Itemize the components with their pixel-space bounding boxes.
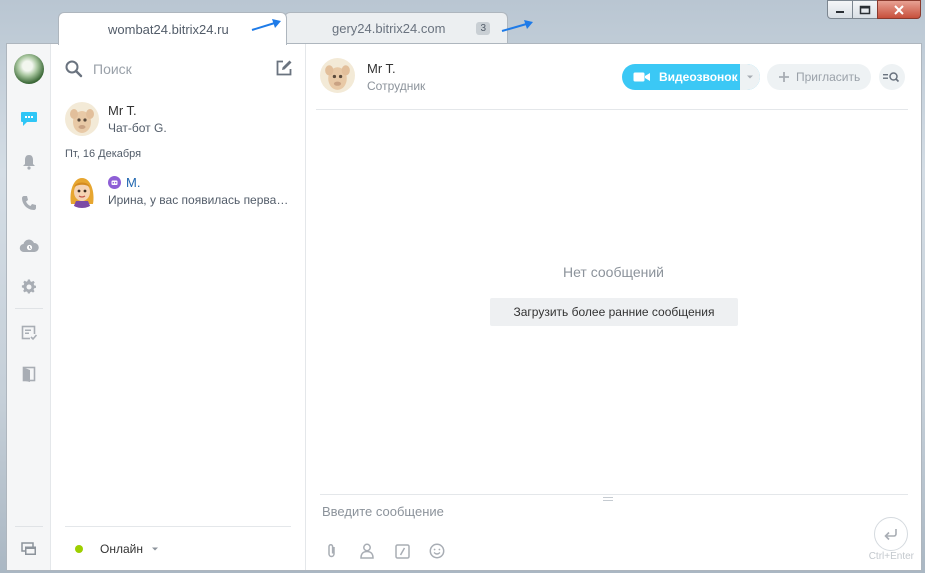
- chevron-down-icon: [151, 547, 158, 550]
- my-avatar[interactable]: [14, 54, 44, 84]
- chat-title[interactable]: Mr T.: [367, 61, 396, 76]
- avatar: [65, 174, 99, 208]
- close-icon: [894, 4, 904, 15]
- chats-button[interactable]: [17, 107, 41, 131]
- message-input-area: Введите сообщение Ctrl+Enter: [320, 494, 914, 572]
- list-item[interactable]: Mr T. Чат-бот G.: [51, 100, 305, 144]
- disk-button[interactable]: [17, 234, 41, 258]
- new-chat-button[interactable]: [275, 59, 293, 82]
- search-icon: [65, 60, 83, 78]
- left-icon-bar: [7, 44, 51, 570]
- tab-label: gery24.bitrix24.com: [332, 21, 446, 36]
- contact-name-row: M.: [108, 175, 140, 190]
- chat-header: Mr T. Сотрудник Видеозвонок Пригласить: [316, 44, 908, 110]
- window-controls: [827, 0, 921, 19]
- search-box[interactable]: Поиск: [65, 58, 295, 80]
- video-camera-icon: [633, 72, 650, 82]
- avatar[interactable]: [320, 58, 355, 93]
- messenger-window: Поиск Mr T. Чат-бот G. Пт, 16 Декабря M.…: [6, 43, 922, 571]
- compose-icon: [276, 60, 292, 76]
- invite-label: Пригласить: [796, 70, 861, 84]
- tasks-button[interactable]: [17, 321, 41, 345]
- status-selector[interactable]: Онлайн: [65, 526, 291, 570]
- tab-gery24[interactable]: gery24.bitrix24.com 3: [284, 12, 508, 44]
- recent-list-panel: Поиск Mr T. Чат-бот G. Пт, 16 Декабря M.…: [51, 44, 306, 570]
- enter-arrow-icon: [884, 528, 897, 540]
- tab-count-badge: 3: [476, 22, 490, 35]
- list-item[interactable]: M. Ирина, у вас появилась первая задача!: [51, 172, 305, 216]
- contact-name: M.: [126, 175, 141, 190]
- video-call-label: Видеозвонок: [659, 70, 738, 84]
- load-earlier-button[interactable]: Загрузить более ранние сообщения: [490, 298, 738, 326]
- close-button[interactable]: [877, 0, 921, 19]
- chat-icon: [21, 112, 37, 126]
- windows-icon: [21, 542, 36, 555]
- input-toolbar: [320, 541, 460, 561]
- command-button[interactable]: [390, 541, 414, 561]
- search-input[interactable]: Поиск: [93, 61, 132, 77]
- slash-command-icon: [394, 543, 410, 559]
- paperclip-icon: [328, 543, 335, 558]
- gear-icon: [21, 279, 36, 294]
- bot-icon: [108, 176, 121, 189]
- contact-subtitle: Чат-бот G.: [108, 121, 167, 135]
- chat-subtitle: Сотрудник: [367, 79, 426, 93]
- attach-button[interactable]: [320, 541, 344, 561]
- contact-subtitle: Ирина, у вас появилась первая задача!: [108, 193, 293, 207]
- chat-panel: Mr T. Сотрудник Видеозвонок Пригласить Н…: [306, 44, 921, 570]
- empty-messages-text: Нет сообщений: [562, 264, 664, 280]
- video-call-button[interactable]: Видеозвонок: [622, 64, 760, 90]
- date-header: Пт, 16 Декабря: [65, 148, 142, 160]
- windows-button[interactable]: [17, 537, 41, 561]
- smile-icon: [429, 543, 445, 559]
- arrow-icon: [251, 19, 281, 31]
- calls-button[interactable]: [17, 191, 41, 215]
- minimize-button[interactable]: [827, 0, 853, 19]
- message-input[interactable]: Введите сообщение: [322, 504, 444, 519]
- bell-icon: [23, 155, 35, 170]
- maximize-icon: [859, 5, 871, 14]
- exit-button[interactable]: [17, 362, 41, 386]
- cloud-icon: [19, 239, 39, 253]
- settings-button[interactable]: [17, 275, 41, 299]
- phone-icon: [22, 196, 36, 210]
- smile-button[interactable]: [425, 541, 449, 561]
- search-messages-button[interactable]: [879, 64, 905, 90]
- contact-name: Mr T.: [108, 103, 137, 118]
- title-bar: wombat24.bitrix24.ru gery24.bitrix24.com…: [0, 0, 925, 45]
- chevron-down-icon: [747, 75, 753, 79]
- minimize-icon: [836, 10, 844, 13]
- notifications-button[interactable]: [17, 150, 41, 174]
- plus-icon: [779, 72, 789, 82]
- user-icon: [360, 543, 374, 559]
- status-dot: [75, 544, 83, 553]
- door-icon: [22, 366, 36, 382]
- invite-button[interactable]: Пригласить: [767, 64, 871, 90]
- video-call-menu-button[interactable]: [740, 64, 760, 90]
- send-hint: Ctrl+Enter: [868, 551, 914, 562]
- avatar: [65, 102, 99, 136]
- send-button[interactable]: [874, 517, 908, 551]
- status-label: Онлайн: [100, 541, 143, 556]
- tasks-icon: [21, 325, 37, 341]
- resize-handle[interactable]: [603, 497, 613, 501]
- maximize-button[interactable]: [852, 0, 878, 19]
- arrow-icon: [501, 20, 533, 32]
- tab-label: wombat24.bitrix24.ru: [108, 21, 229, 37]
- search-messages-icon: [883, 72, 900, 83]
- mention-button[interactable]: [355, 541, 379, 561]
